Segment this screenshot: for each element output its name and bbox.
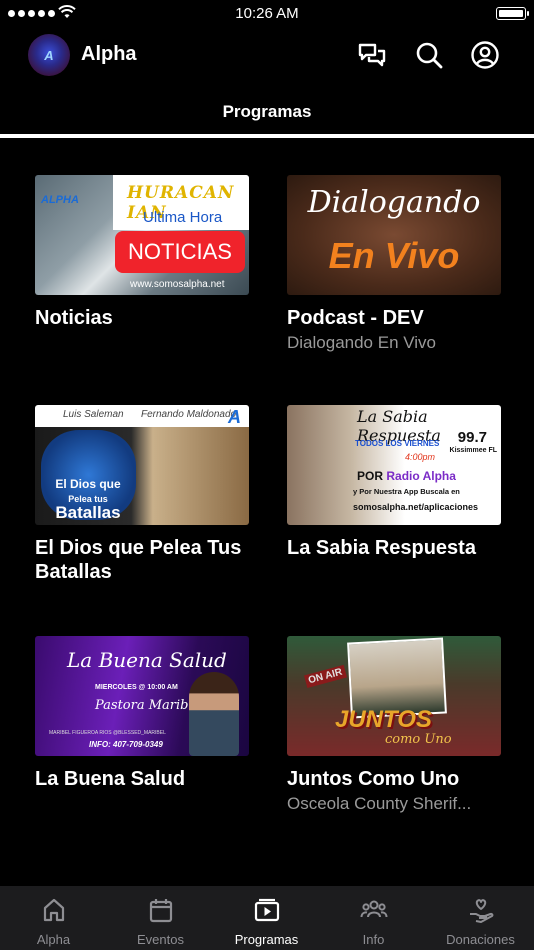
search-icon[interactable] [414,40,444,70]
nav-label: Programas [234,932,299,947]
nav-alpha[interactable]: Alpha [0,886,107,950]
thumbnail-station: POR Radio Alpha [357,469,456,483]
program-card-la-sabia-respuesta[interactable]: La Sabia Respuesta TODOS LOS VIERNES 99.… [287,405,501,560]
play-screen-icon [254,898,279,922]
tab-active-indicator [0,134,534,138]
host-name-left: Luis Saleman [63,409,124,420]
program-card-noticias[interactable]: ALPHA HURACAN IAN Ultima Hora NOTICIAS w… [35,175,249,330]
thumbnail-station-name: Radio Alpha [386,469,456,483]
program-thumbnail[interactable]: La Sabia Respuesta TODOS LOS VIERNES 99.… [287,405,501,525]
nav-donaciones[interactable]: Donaciones [427,886,534,950]
program-thumbnail[interactable]: Luis Saleman Fernando Maldonado A El Dio… [35,405,249,525]
thumbnail-por: POR [357,469,384,483]
program-title: Podcast - DEV [287,307,424,329]
user-account-icon[interactable] [470,40,500,70]
program-thumbnail[interactable]: Dialogando En Vivo [287,175,501,295]
host-photo [189,672,239,756]
tab-programas[interactable]: Programas [0,102,534,122]
app-title: Alpha [81,43,137,65]
thumbnail-script: como Uno [385,732,452,747]
nav-info[interactable]: Info [320,886,427,950]
alpha-logo: A [228,407,241,427]
thumbnail-title: JUNTOS [335,706,432,733]
thumbnail-host: Pastora Maribel [95,698,201,713]
program-subtitle: Osceola County Sherif... [287,794,472,813]
chat-icon[interactable] [357,40,387,70]
nav-programas[interactable]: Programas [213,886,320,950]
thumbnail-schedule: MIERCOLES @ 10:00 AM [95,684,178,691]
status-bar: 10:26 AM [0,0,534,28]
thumbnail-line2: En Vivo [328,235,460,276]
app-logo[interactable]: A [28,34,70,76]
nav-label: Eventos [137,932,184,947]
thumbnail-frequency: 99.7 [457,429,487,446]
program-thumbnail[interactable]: ALPHA HURACAN IAN Ultima Hora NOTICIAS w… [35,175,249,295]
program-title: El Dios que Pelea Tus Batallas [35,537,242,583]
program-title: Noticias [35,307,113,329]
nav-label: Alpha [36,932,71,947]
thumbnail-badge: ON AIR [304,664,347,689]
thumbnail-info: INFO: 407-709-0349 [89,740,163,749]
app-header: A Alpha [0,28,534,84]
program-title: La Buena Salud [35,768,186,790]
nav-eventos[interactable]: Eventos [107,886,214,950]
donate-hand-icon [469,899,493,923]
program-subtitle: Dialogando En Vivo [287,333,437,352]
thumbnail-handles: MARIBEL FIGUEROA RIOS @BLESSED_MARIBEL [49,730,166,736]
alpha-logo: ALPHA [41,179,79,210]
program-card-juntos-como-uno[interactable]: ON AIR JUNTOS como Uno Juntos Como Uno O… [287,636,501,815]
nav-label: Info [362,932,385,947]
thumbnail-badge: NOTICIAS [115,231,245,273]
thumbnail-line1: Dialogando [307,185,481,220]
logo-text: A [44,47,54,63]
program-card-el-dios-que-pelea[interactable]: Luis Saleman Fernando Maldonado A El Dio… [35,405,249,584]
calendar-icon [149,899,172,923]
battery-icon [496,7,529,20]
program-card-podcast-dev[interactable]: Dialogando En Vivo Podcast - DEV Dialoga… [287,175,501,354]
program-card-la-buena-salud[interactable]: La Buena Salud MIERCOLES @ 10:00 AM Past… [35,636,249,791]
status-time: 10:26 AM [235,5,299,22]
thumbnail-schedule: TODOS LOS VIERNES [355,439,440,448]
logo-text: ALPHA [41,194,79,206]
bottom-nav: Alpha Eventos Programas Info Donaciones [0,886,534,950]
program-title: Juntos Como Uno [287,768,460,790]
group-icon [360,900,387,918]
host-name-right: Fernando Maldonado [141,409,237,420]
thumbnail-title: La Buena Salud [67,648,227,672]
thumbnail-url: www.somosalpha.net [130,279,225,290]
thumbnail-location: Kissimmee FL [449,447,497,454]
thumbnail-line2: somosalpha.net/aplicaciones [353,502,479,512]
program-thumbnail[interactable]: ON AIR JUNTOS como Uno [287,636,501,756]
program-title: La Sabia Respuesta [287,537,476,559]
thumbnail-tagline: Ultima Hora [143,209,223,226]
thumbnail-line1: y Por Nuestra App Buscala en [353,487,460,496]
thumbnail-line1: El Dios que [55,477,121,491]
thumbnail-time: 4:00pm [405,452,436,462]
program-thumbnail[interactable]: La Buena Salud MIERCOLES @ 10:00 AM Past… [35,636,249,756]
thumbnail-title: El Dios que Pelea tus Batallas [43,477,133,522]
nav-label: Donaciones [446,932,515,947]
thumbnail-line3: Batallas [55,503,121,522]
home-icon [43,898,64,922]
tab-bar: Programas [0,84,534,138]
